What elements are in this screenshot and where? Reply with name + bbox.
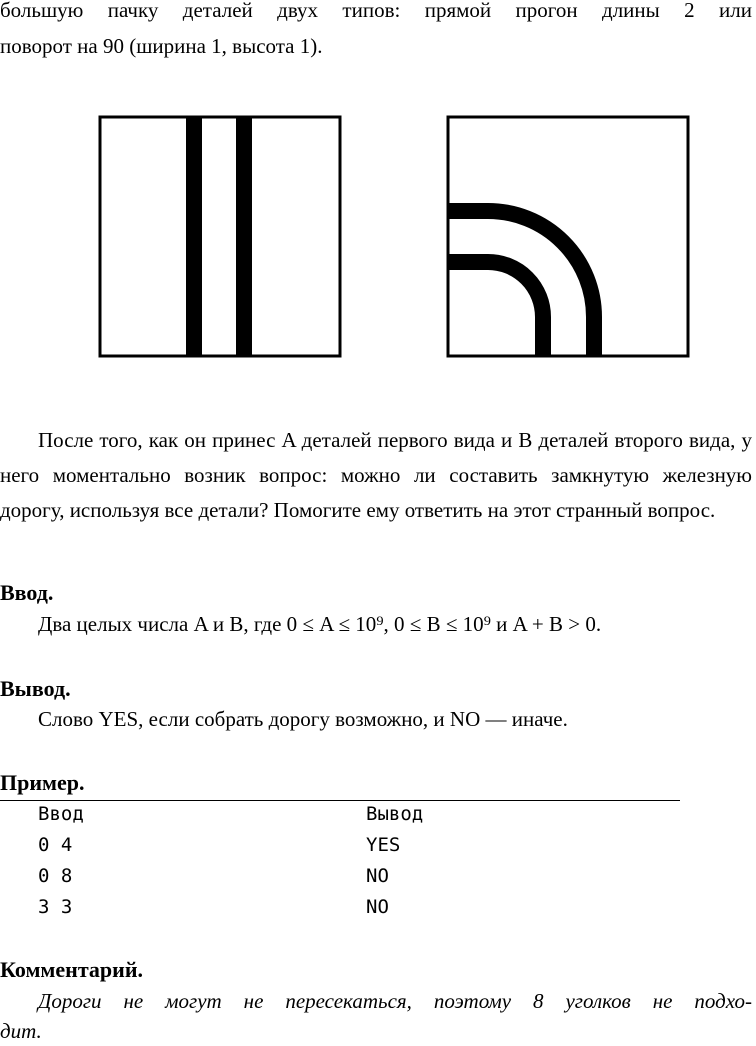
example-col-input: Ввод	[38, 803, 84, 825]
example-rule	[0, 800, 680, 801]
problem-statement: После того, как он принес A деталей перв…	[0, 428, 752, 522]
input-heading: Ввод.	[0, 580, 54, 605]
example-heading: Пример.	[0, 770, 85, 795]
track-pieces-figure	[98, 115, 690, 358]
straight-track-piece	[98, 115, 342, 358]
intro-text: большую пачку деталей двух типов: прямой…	[0, 0, 752, 64]
example-row-2-input: 0 8	[38, 865, 73, 887]
intro-line-1: большую пачку деталей двух типов: прямой…	[0, 0, 752, 22]
example-col-output: Вывод	[366, 803, 424, 825]
output-heading: Вывод.	[0, 676, 71, 701]
output-description: Слово YES, если собрать дорогу возможно,…	[38, 707, 568, 731]
input-description: Два целых числа A и B, где 0 ≤ A ≤ 10⁹, …	[38, 612, 602, 636]
example-row-1-input: 0 4	[38, 834, 73, 856]
comment-heading: Комментарий.	[0, 957, 144, 982]
intro-line-2: поворот на 90 (ширина 1, высота 1).	[0, 34, 323, 58]
curved-track-piece	[446, 115, 690, 358]
comment-line-2: дит.	[0, 1019, 42, 1043]
example-row-3-output: NO	[366, 896, 389, 918]
comment-text: Дороги не могут не пересекаться, поэтому…	[0, 986, 752, 1046]
example-row-1-output: YES	[366, 834, 401, 856]
example-row-2-output: NO	[366, 865, 389, 887]
example-row-3-input: 3 3	[38, 896, 73, 918]
comment-line-1: Дороги не могут не пересекаться, поэтому…	[38, 989, 752, 1013]
